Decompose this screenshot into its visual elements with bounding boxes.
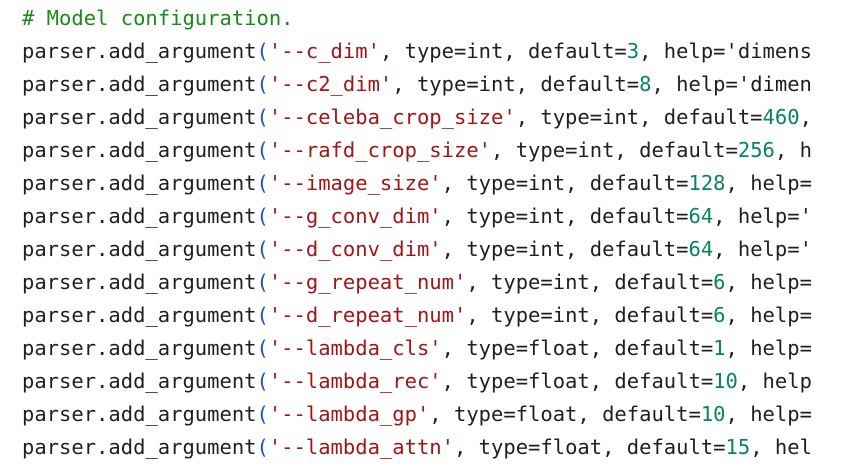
type-and-default-keywords: , type=int, default=	[392, 72, 640, 96]
argument-string: '--g_repeat_num'	[268, 270, 467, 294]
function-call: parser.add_argument	[22, 303, 257, 327]
trailing-text: , help='dimens	[639, 39, 812, 63]
code-line: parser.add_argument('--d_conv_dim', type…	[22, 233, 812, 266]
default-value: 1	[713, 336, 726, 360]
default-value: 6	[713, 270, 726, 294]
open-paren: (	[256, 402, 269, 426]
default-value: 3	[626, 39, 640, 63]
code-line: parser.add_argument('--image_size', type…	[22, 167, 812, 200]
open-paren: (	[256, 138, 269, 162]
argument-string: '--lambda_attn'	[268, 435, 454, 459]
code-comment-line: # Model configuration.	[22, 2, 812, 35]
function-call: parser.add_argument	[22, 369, 257, 393]
function-call: parser.add_argument	[22, 138, 257, 162]
type-and-default-keywords: , type=float, default=	[429, 402, 701, 426]
open-paren: (	[256, 105, 269, 129]
default-value: 15	[725, 435, 751, 459]
argument-string: '--lambda_rec'	[268, 369, 442, 393]
function-call: parser.add_argument	[22, 39, 257, 63]
default-value: 460	[762, 105, 800, 129]
open-paren: (	[256, 72, 269, 96]
code-editor[interactable]: # Model configuration. parser.add_argume…	[0, 0, 864, 467]
function-call: parser.add_argument	[22, 402, 257, 426]
code-line: parser.add_argument('--g_repeat_num', ty…	[22, 266, 812, 299]
argument-string: '--image_size'	[268, 171, 442, 195]
type-and-default-keywords: , type=int, default=	[379, 39, 627, 63]
function-call: parser.add_argument	[22, 435, 257, 459]
code-line: parser.add_argument('--c2_dim', type=int…	[22, 68, 812, 101]
trailing-text: , help='dimen	[651, 72, 812, 96]
argument-string: '--celeba_crop_size'	[268, 105, 516, 129]
function-call: parser.add_argument	[22, 270, 257, 294]
code-line: parser.add_argument('--c_dim', type=int,…	[22, 35, 812, 68]
default-value: 10	[713, 369, 738, 393]
code-line: parser.add_argument('--d_repeat_num', ty…	[22, 299, 812, 332]
default-value: 128	[688, 171, 726, 195]
comment-text: # Model configuration.	[22, 6, 294, 30]
type-and-default-keywords: , type=int, default=	[466, 270, 714, 294]
trailing-text: , h	[774, 138, 812, 162]
type-and-default-keywords: , type=float, default=	[441, 336, 714, 360]
open-paren: (	[256, 435, 269, 459]
type-and-default-keywords: , type=float, default=	[441, 369, 714, 393]
code-line: parser.add_argument('--lambda_attn', typ…	[22, 431, 812, 464]
code-line: parser.add_argument('--g_conv_dim', type…	[22, 200, 812, 233]
function-call: parser.add_argument	[22, 72, 257, 96]
argument-string: '--c2_dim'	[268, 72, 393, 96]
function-call: parser.add_argument	[22, 204, 257, 228]
argument-string: '--d_conv_dim'	[268, 237, 442, 261]
argument-string: '--rafd_crop_size'	[268, 138, 492, 162]
open-paren: (	[256, 171, 269, 195]
trailing-text: , help=	[725, 270, 812, 294]
open-paren: (	[256, 369, 269, 393]
type-and-default-keywords: , type=int, default=	[441, 171, 689, 195]
type-and-default-keywords: , type=int, default=	[441, 204, 689, 228]
argument-string: '--lambda_gp'	[268, 402, 430, 426]
type-and-default-keywords: , type=float, default=	[453, 435, 726, 459]
function-call: parser.add_argument	[22, 237, 257, 261]
trailing-text: , help=	[725, 303, 812, 327]
type-and-default-keywords: , type=int, default=	[466, 303, 714, 327]
trailing-text: , help=	[725, 402, 812, 426]
trailing-text: , help='	[713, 237, 812, 261]
open-paren: (	[256, 303, 269, 327]
default-value: 8	[639, 72, 652, 96]
code-line: parser.add_argument('--celeba_crop_size'…	[22, 101, 812, 134]
code-line: parser.add_argument('--lambda_cls', type…	[22, 332, 812, 365]
code-line: parser.add_argument('--rafd_crop_size', …	[22, 134, 812, 167]
default-value: 64	[688, 237, 714, 261]
default-value: 10	[700, 402, 726, 426]
argument-string: '--lambda_cls'	[268, 336, 442, 360]
trailing-text: , hel	[750, 435, 812, 459]
open-paren: (	[256, 204, 269, 228]
default-value: 256	[737, 138, 775, 162]
trailing-text: , help=	[725, 336, 812, 360]
trailing-text: , help=	[725, 171, 812, 195]
argument-string: '--c_dim'	[268, 39, 380, 63]
code-lines: # Model configuration. parser.add_argume…	[22, 2, 812, 464]
argument-string: '--g_conv_dim'	[268, 204, 442, 228]
argument-string: '--d_repeat_num'	[268, 303, 467, 327]
default-value: 64	[688, 204, 714, 228]
open-paren: (	[256, 270, 269, 294]
default-value: 6	[713, 303, 726, 327]
function-call: parser.add_argument	[22, 171, 257, 195]
trailing-text: , help	[737, 369, 812, 393]
function-call: parser.add_argument	[22, 336, 257, 360]
code-line: parser.add_argument('--lambda_gp', type=…	[22, 398, 812, 431]
open-paren: (	[256, 237, 269, 261]
function-call: parser.add_argument	[22, 105, 257, 129]
trailing-text: , help='	[713, 204, 812, 228]
type-and-default-keywords: , type=int, default=	[515, 105, 763, 129]
open-paren: (	[256, 39, 269, 63]
type-and-default-keywords: , type=int, default=	[441, 237, 689, 261]
trailing-text: ,	[799, 105, 812, 129]
code-line: parser.add_argument('--lambda_rec', type…	[22, 365, 812, 398]
type-and-default-keywords: , type=int, default=	[491, 138, 738, 162]
open-paren: (	[256, 336, 269, 360]
